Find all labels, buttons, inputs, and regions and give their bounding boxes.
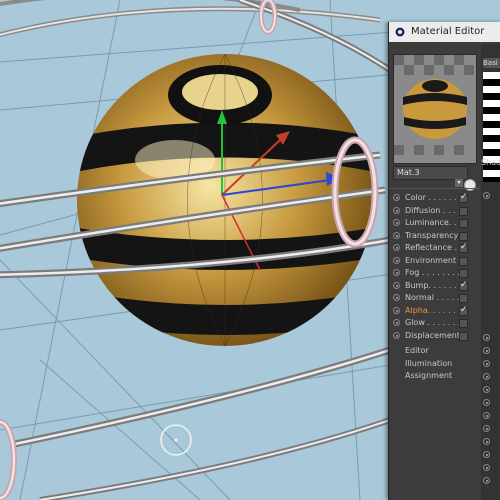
channel-item[interactable]: Color . . . . . . . <box>391 191 479 204</box>
menu-item[interactable]: Illumination <box>405 359 452 368</box>
channel-radio[interactable] <box>393 281 400 289</box>
channel-label: Bump. . . . . . . <box>405 280 462 290</box>
channel-radio[interactable] <box>393 306 400 314</box>
channel-item[interactable]: Reflectance . . <box>391 241 479 254</box>
channel-radio[interactable] <box>393 244 400 251</box>
tab-basic[interactable]: Basi <box>483 58 500 68</box>
channel-checkbox[interactable] <box>459 304 468 316</box>
attribute-radio[interactable] <box>483 477 490 484</box>
channel-item[interactable]: Environment <box>391 255 479 267</box>
channel-radio[interactable] <box>393 294 400 301</box>
channel-radio[interactable] <box>393 219 400 226</box>
attribute-radio[interactable] <box>483 399 490 406</box>
gear-icon[interactable] <box>464 179 476 191</box>
material-name-field[interactable]: Mat.3 <box>393 166 468 180</box>
channel-checkbox[interactable] <box>459 294 468 303</box>
channel-checkbox[interactable] <box>459 331 468 341</box>
ring-section-left <box>0 419 17 500</box>
channel-label: Diffusion . . . . <box>405 205 461 215</box>
channel-label: Alpha. . . . . . . <box>405 305 461 315</box>
channel-checkbox[interactable] <box>459 241 468 253</box>
preview-sphere <box>394 55 476 163</box>
channel-checkbox[interactable] <box>459 191 468 203</box>
channel-item[interactable]: Fog . . . . . . . . <box>391 267 479 279</box>
channel-item[interactable]: Displacement <box>391 330 479 342</box>
channel-radio[interactable] <box>393 206 400 214</box>
attribute-radio[interactable] <box>483 373 490 380</box>
attribute-radio[interactable] <box>483 386 490 393</box>
channel-checkbox[interactable] <box>459 279 468 291</box>
channel-label: Luminance. . . <box>405 218 462 227</box>
attribute-radio[interactable] <box>483 425 490 432</box>
channel-label: Displacement <box>405 330 460 340</box>
attribute-radio[interactable] <box>483 464 490 471</box>
attribute-radio[interactable] <box>483 412 490 419</box>
menu-item[interactable]: Assignment <box>405 371 452 380</box>
attribute-radio[interactable] <box>483 451 490 458</box>
channel-checkbox[interactable] <box>459 231 468 241</box>
attribute-radio[interactable] <box>483 334 490 341</box>
channel-label: Environment <box>405 255 457 265</box>
channel-radio[interactable] <box>393 231 400 239</box>
material-preview[interactable] <box>393 54 477 164</box>
cursor-target-icon <box>160 424 192 456</box>
shader-section-label: Shad <box>481 158 500 167</box>
channel-checkbox[interactable] <box>459 319 468 328</box>
channel-checkbox[interactable] <box>459 269 468 278</box>
channel-item[interactable]: Diffusion . . . . <box>391 205 479 217</box>
attribute-radio[interactable] <box>483 438 490 445</box>
channel-checkbox[interactable] <box>459 219 468 228</box>
menu-item[interactable]: Editor <box>405 346 429 355</box>
channel-radio[interactable] <box>393 319 400 326</box>
cinema4d-logo-icon <box>395 27 405 37</box>
channel-label: Fog . . . . . . . . <box>405 268 460 277</box>
window-title: Material Editor <box>411 26 485 37</box>
channel-label: Normal . . . . . . <box>405 293 465 302</box>
chevron-down-icon[interactable]: ▾ <box>455 179 463 187</box>
channel-checkbox[interactable] <box>459 256 468 266</box>
channel-radio[interactable] <box>393 331 400 339</box>
channel-radio[interactable] <box>393 256 400 264</box>
divider <box>389 188 481 189</box>
attribute-radio[interactable] <box>483 192 490 199</box>
material-editor-window[interactable]: Material Editor Basi Shad Mat.3 ▾ Color … <box>388 22 500 500</box>
channel-label: Transparency <box>405 230 459 240</box>
channel-item[interactable]: Bump. . . . . . . <box>391 279 479 292</box>
channel-radio[interactable] <box>393 269 400 276</box>
channel-label: Color . . . . . . . <box>405 193 462 202</box>
channel-label: Glow . . . . . . . <box>405 318 461 327</box>
channel-checkbox[interactable] <box>459 206 468 216</box>
channel-item[interactable]: Normal . . . . . . <box>391 292 479 304</box>
channel-label: Reflectance . . <box>405 243 463 252</box>
channel-item[interactable]: Glow . . . . . . . <box>391 317 479 329</box>
channel-item[interactable]: Transparency <box>391 230 479 242</box>
attributes-column: Basi <box>481 44 500 500</box>
window-titlebar[interactable]: Material Editor <box>389 22 500 42</box>
attribute-radio[interactable] <box>483 360 490 367</box>
attribute-radio[interactable] <box>483 347 490 354</box>
channel-item[interactable]: Alpha. . . . . . . <box>391 304 479 317</box>
channel-radio[interactable] <box>393 194 400 201</box>
channel-item[interactable]: Luminance. . . <box>391 217 479 229</box>
